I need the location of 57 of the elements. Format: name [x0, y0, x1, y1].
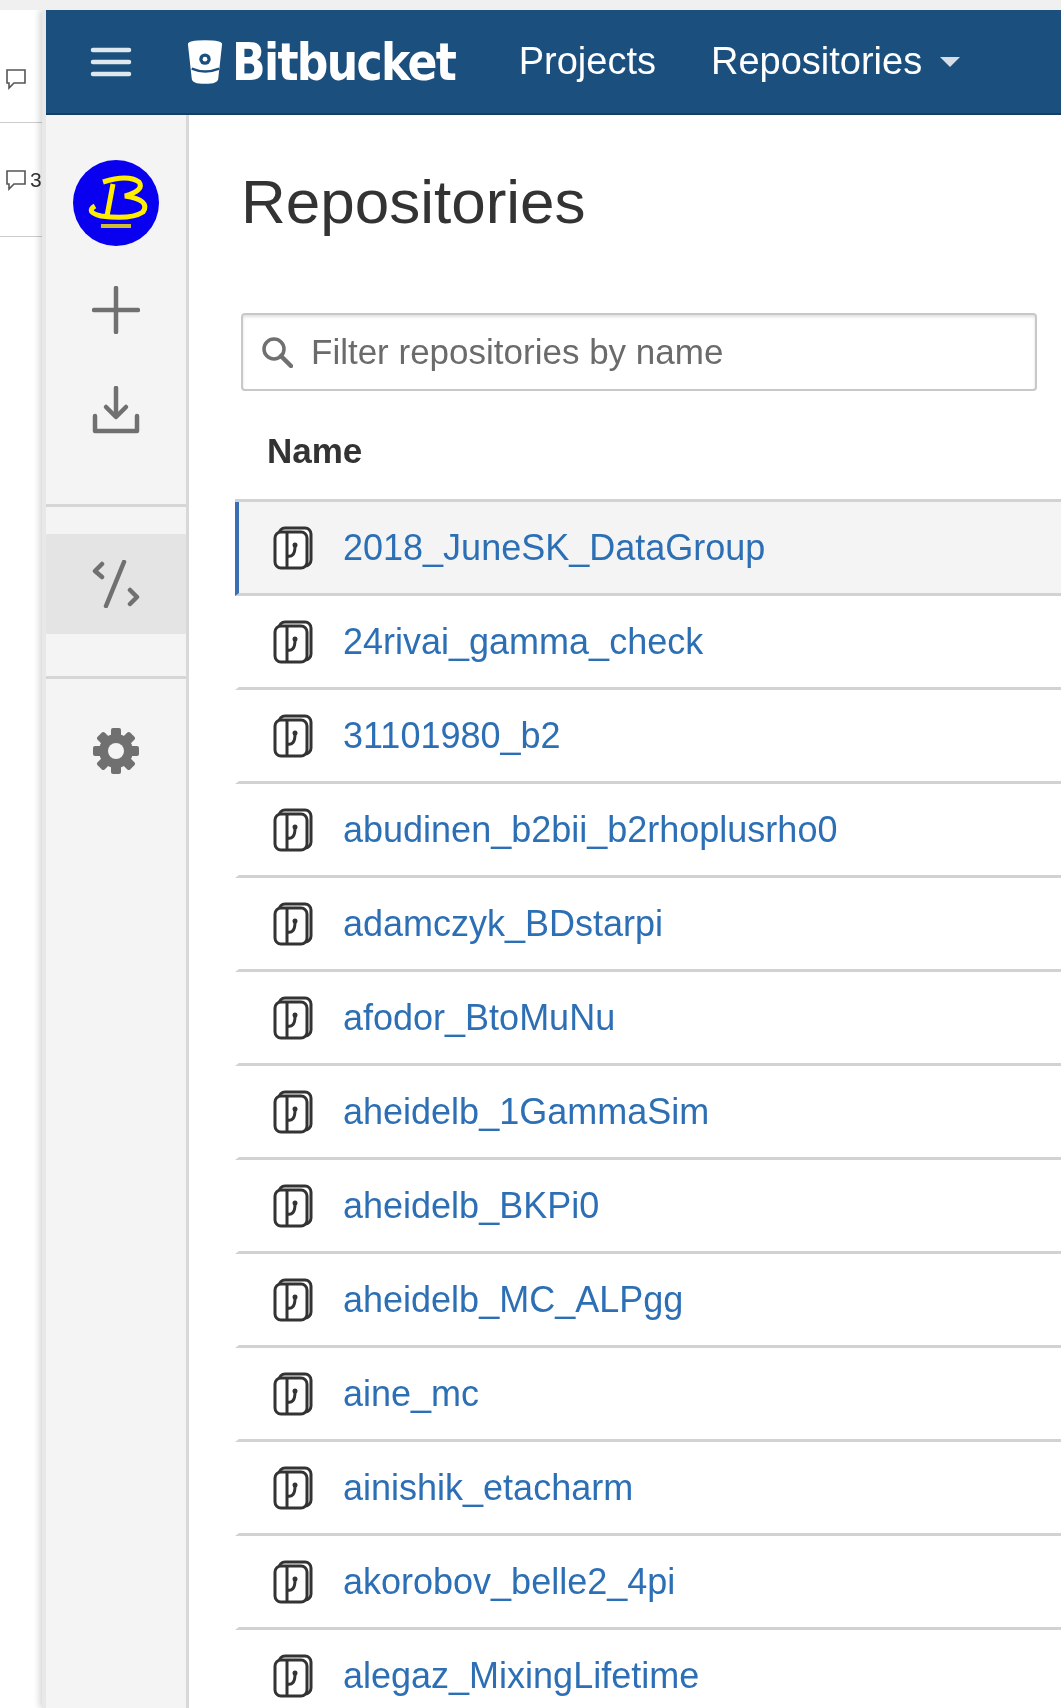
repository-link[interactable]: aheidelb_BKPi0: [343, 1184, 600, 1227]
repository-row[interactable]: adamczyk_BDstarpi: [235, 878, 1061, 973]
nav-link[interactable]: Repositories: [711, 40, 961, 83]
repository-link[interactable]: alegaz_MixingLifetime: [343, 1654, 700, 1697]
repository-icon: [273, 1465, 313, 1510]
repository-icon: [273, 1653, 313, 1698]
comment-icon: [4, 167, 28, 192]
search-field[interactable]: Filter repositories by name: [241, 313, 1037, 392]
repository-row[interactable]: alegaz_MixingLifetime: [235, 1630, 1061, 1708]
download-icon: [92, 386, 140, 434]
brand-name[interactable]: Bitbucket: [232, 31, 456, 92]
repository-icon: [273, 713, 313, 758]
column-header: Name: [266, 430, 364, 473]
repository-icon: [273, 1089, 313, 1134]
repository-link[interactable]: 2018_JuneSK_DataGroup: [343, 526, 766, 569]
repository-row[interactable]: afodor_BtoMuNu: [235, 972, 1061, 1067]
repository-icon: [273, 1277, 313, 1322]
repository-icon: [273, 807, 313, 852]
repository-link[interactable]: akorobov_belle2_4pi: [343, 1560, 676, 1603]
repository-icon: [273, 1371, 313, 1416]
sidebar-item[interactable]: [46, 534, 186, 634]
repository-link[interactable]: adamczyk_BDstarpi: [343, 902, 664, 945]
repository-row[interactable]: aheidelb_BKPi0: [235, 1160, 1061, 1255]
repository-icon: [273, 619, 313, 664]
repository-icon: [273, 1559, 313, 1604]
comment-icon: [4, 66, 28, 91]
repository-row[interactable]: akorobov_belle2_4pi: [235, 1536, 1061, 1631]
settings-icon: [92, 727, 140, 775]
repository-link[interactable]: aheidelb_MC_ALPgg: [343, 1278, 684, 1321]
repository-row[interactable]: aheidelb_MC_ALPgg: [235, 1254, 1061, 1349]
menu-icon[interactable]: [90, 45, 132, 78]
repository-row[interactable]: 2018_JuneSK_DataGroup: [235, 502, 1061, 597]
repository-row[interactable]: 31101980_b2: [235, 690, 1061, 785]
repository-icon: [273, 1183, 313, 1228]
repository-row[interactable]: aine_mc: [235, 1348, 1061, 1443]
project-avatar[interactable]: [73, 159, 159, 246]
repository-row[interactable]: 24rivai_gamma_check: [235, 596, 1061, 691]
repository-row[interactable]: aheidelb_1GammaSim: [235, 1066, 1061, 1161]
repository-link[interactable]: abudinen_b2bii_b2rhoplusrho0: [343, 808, 838, 851]
plus-icon: [92, 286, 140, 334]
repository-link[interactable]: aheidelb_1GammaSim: [343, 1090, 710, 1133]
repository-icon: [273, 995, 313, 1040]
comment-count: 3: [30, 167, 42, 192]
repository-icon: [273, 901, 313, 946]
page-title: Repositories: [241, 166, 587, 238]
repository-link[interactable]: 31101980_b2: [343, 714, 561, 757]
repository-link[interactable]: 24rivai_gamma_check: [343, 620, 704, 663]
repository-link[interactable]: afodor_BtoMuNu: [343, 996, 616, 1039]
search-icon: [261, 336, 293, 369]
bucket-icon[interactable]: [186, 38, 224, 85]
code-icon: [92, 560, 140, 608]
repository-row[interactable]: ainishik_etacharm: [235, 1442, 1061, 1537]
repository-icon: [273, 525, 313, 570]
nav-link[interactable]: Projects: [518, 40, 656, 83]
repository-link[interactable]: ainishik_etacharm: [343, 1466, 634, 1509]
repository-row[interactable]: abudinen_b2bii_b2rhoplusrho0: [235, 784, 1061, 879]
repository-link[interactable]: aine_mc: [343, 1372, 480, 1415]
